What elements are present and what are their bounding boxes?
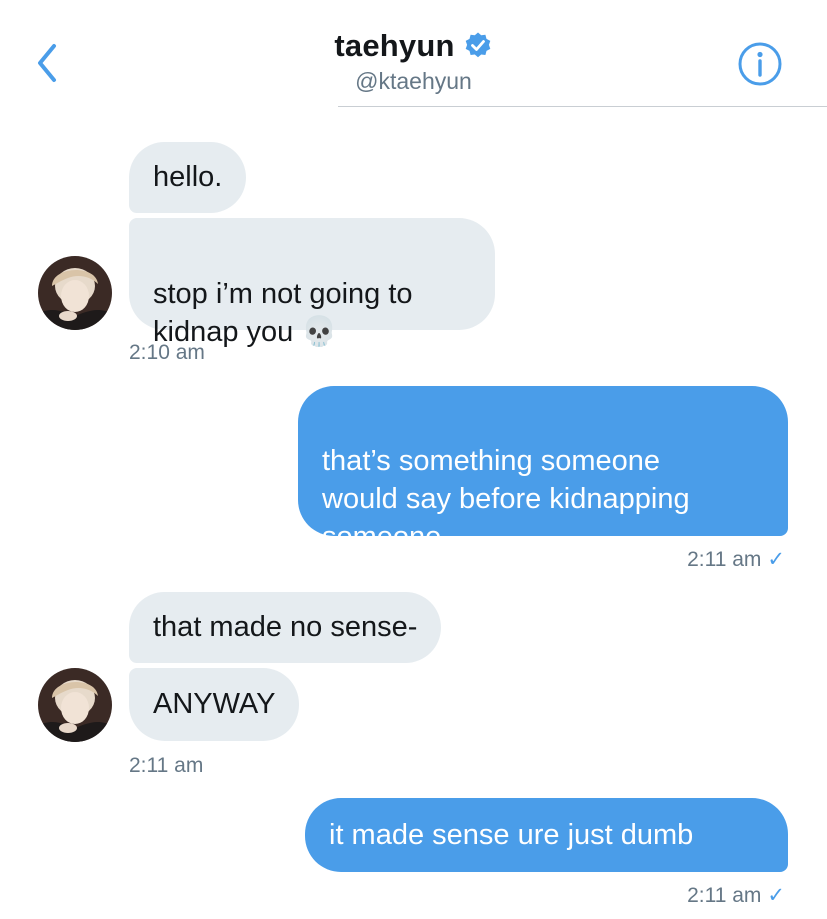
contact-name: taehyun	[334, 28, 455, 63]
message-text: that’s something someone would say befor…	[322, 445, 690, 553]
header-divider	[338, 106, 827, 107]
message-text: hello.	[153, 161, 223, 193]
incoming-message[interactable]: that made no sense-	[129, 592, 442, 663]
contact-avatar[interactable]	[38, 256, 112, 330]
incoming-message[interactable]: hello.	[129, 142, 247, 213]
message-text: ANYWAY	[153, 688, 276, 720]
read-check-icon: ✓	[767, 884, 785, 907]
conversation-title-block: taehyun @ktaehyun	[0, 28, 827, 95]
message-timestamp: 2:10 am	[129, 341, 205, 364]
read-check-icon: ✓	[767, 548, 785, 571]
conversation-header: taehyun @ktaehyun	[0, 0, 827, 108]
message-timestamp: 2:11 am	[129, 754, 204, 777]
outgoing-message[interactable]: it made sense ure just dumb	[305, 798, 788, 872]
message-timestamp: 2:11 am ✓	[687, 548, 785, 571]
message-text: it made sense ure just dumb	[329, 819, 694, 851]
contact-avatar[interactable]	[38, 668, 112, 742]
contact-handle: @ktaehyun	[355, 68, 472, 94]
verified-badge-icon	[465, 32, 490, 58]
message-text: stop i’m not going to kidnap you 💀	[153, 278, 413, 348]
conversation-info-button[interactable]	[736, 40, 784, 88]
incoming-message[interactable]: stop i’m not going to kidnap you 💀	[129, 218, 495, 348]
message-text: that made no sense-	[153, 611, 418, 643]
incoming-message[interactable]: ANYWAY	[129, 668, 300, 741]
message-timestamp: 2:11 am ✓	[687, 884, 785, 907]
outgoing-message[interactable]: that’s something someone would say befor…	[298, 386, 788, 553]
info-icon	[738, 42, 782, 86]
